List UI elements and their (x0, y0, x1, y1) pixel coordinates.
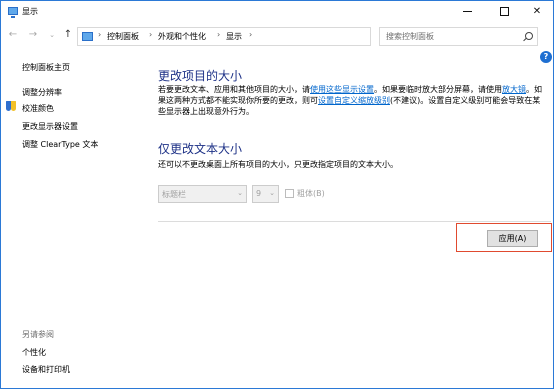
section-description: 若要更改文本、应用和其他项目的大小，请使用这些显示设置。如果要临时放大部分屏幕，… (158, 84, 548, 117)
text-size-description: 还可以不更改桌面上所有项目的大小，只更改指定项目的文本大小。 (158, 160, 398, 169)
up-arrow-icon[interactable]: ↑ (61, 28, 75, 42)
search-icon (523, 32, 533, 41)
breadcrumb-separator-icon: › (98, 30, 102, 39)
breadcrumb-separator-icon: › (217, 30, 221, 39)
help-icon[interactable]: ? (540, 51, 552, 63)
description-text: 若要更改文本、应用和其他项目的大小，请 (158, 85, 310, 94)
search-placeholder: 搜索控制面板 (386, 32, 434, 41)
section-title-change-item-size: 更改项目的大小 (158, 69, 243, 83)
control-panel-window: 显示 ✕ ← → ⌄ ↑ › 控制面板 › 外观和个性化 › 显示 › ⌄ ↻ … (0, 0, 554, 389)
sidebar-item-adjust-resolution[interactable]: 调整分辨率 (22, 87, 62, 98)
apply-button[interactable]: 应用(A) (487, 230, 538, 247)
chevron-down-icon: ⌄ (269, 189, 275, 197)
minimize-button[interactable] (450, 1, 484, 23)
description-text: 。如果要临时放大部分屏幕，请使用 (374, 85, 502, 94)
window-title: 显示 (22, 7, 38, 16)
minimize-icon (462, 10, 472, 12)
item-select[interactable]: 标题栏 ⌄ (158, 185, 247, 203)
divider (158, 221, 551, 222)
breadcrumb-separator-icon: › (249, 30, 253, 39)
display-icon (8, 7, 18, 18)
close-icon: ✕ (532, 6, 542, 17)
item-select-value: 标题栏 (162, 190, 186, 199)
sidebar-item-change-display-settings[interactable]: 更改显示器设置 (22, 121, 78, 132)
sidebar-item-control-panel-home[interactable]: 控制面板主页 (22, 62, 70, 73)
bold-checkbox-label: 粗体(B) (297, 189, 325, 198)
see-also-devices-printers[interactable]: 设备和打印机 (22, 364, 70, 375)
control-panel-icon (82, 32, 93, 41)
breadcrumb-control-panel[interactable]: 控制面板 (107, 31, 139, 42)
section-title-change-text-size: 仅更改文本大小 (158, 142, 243, 156)
see-also-heading: 另请参阅 (22, 330, 54, 339)
bold-checkbox[interactable] (285, 189, 294, 198)
see-also-personalization[interactable]: 个性化 (22, 347, 46, 358)
font-size-select-value: 9 (256, 189, 262, 198)
breadcrumb-separator-icon: › (149, 30, 153, 39)
maximize-icon (499, 6, 509, 16)
title-bar: 显示 ✕ (1, 1, 553, 23)
font-size-select[interactable]: 9 ⌄ (252, 185, 279, 203)
shield-icon (6, 101, 16, 112)
display-settings-link[interactable]: 使用这些显示设置 (310, 85, 374, 94)
recent-locations-chevron-icon[interactable]: ⌄ (45, 28, 59, 42)
chevron-down-icon: ⌄ (237, 189, 243, 197)
address-bar[interactable]: › 控制面板 › 外观和个性化 › 显示 › ⌄ ↻ (77, 27, 444, 46)
search-input[interactable]: 搜索控制面板 (379, 27, 538, 46)
magnifier-link[interactable]: 放大镜 (502, 85, 526, 94)
navigation-bar: ← → ⌄ ↑ › 控制面板 › 外观和个性化 › 显示 › ⌄ ↻ 搜索控制面… (1, 26, 553, 46)
breadcrumb-display[interactable]: 显示 (226, 31, 242, 42)
back-arrow-icon[interactable]: ← (6, 28, 20, 42)
maximize-button[interactable] (487, 1, 521, 23)
sidebar-item-cleartype[interactable]: 调整 ClearType 文本 (22, 139, 98, 150)
close-button[interactable]: ✕ (520, 1, 554, 23)
sidebar-item-calibrate-color[interactable]: 校准颜色 (22, 103, 54, 114)
breadcrumb-appearance[interactable]: 外观和个性化 (158, 31, 206, 42)
forward-arrow-icon[interactable]: → (26, 28, 40, 42)
custom-scaling-link[interactable]: 设置自定义缩放级别 (318, 96, 390, 105)
